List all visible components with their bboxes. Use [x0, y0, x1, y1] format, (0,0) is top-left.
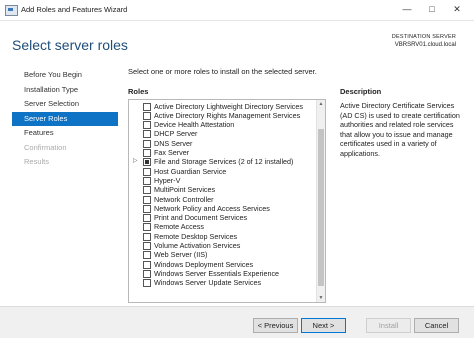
- role-checkbox[interactable]: [143, 158, 151, 167]
- role-label: Active Directory Rights Management Servi…: [154, 110, 301, 120]
- nav-item-results: Results: [24, 157, 50, 166]
- cancel-button[interactable]: Cancel: [414, 318, 459, 333]
- role-label: Remote Desktop Services: [154, 231, 238, 241]
- role-checkbox[interactable]: [143, 214, 151, 223]
- role-list-item[interactable]: Remote Desktop Services: [129, 232, 315, 241]
- role-list-item[interactable]: Hyper-V: [129, 176, 315, 185]
- role-list-item[interactable]: DNS Server: [129, 139, 315, 148]
- role-label: Active Directory Lightweight Directory S…: [154, 101, 303, 111]
- role-list-item[interactable]: Print and Document Services: [129, 213, 315, 223]
- description-text: Active Directory Certificate Services (A…: [340, 101, 460, 158]
- role-label: MultiPoint Services: [154, 185, 216, 195]
- role-checkbox[interactable]: [143, 204, 151, 213]
- role-list-item[interactable]: Volume Activation Services: [129, 241, 315, 250]
- wizard-steps-nav: Before You Begin Installation Type Server …: [12, 68, 118, 170]
- nav-item-features[interactable]: Features: [12, 126, 118, 141]
- wizard-app-icon: [5, 5, 18, 16]
- role-list-item[interactable]: Windows Server Essentials Experience: [129, 269, 315, 278]
- role-list-item[interactable]: Windows Deployment Services: [129, 260, 315, 269]
- role-label: Windows Server Essentials Experience: [154, 268, 280, 278]
- role-checkbox[interactable]: [143, 279, 151, 288]
- role-label: Network Controller: [154, 194, 214, 204]
- description-label: Description: [340, 87, 382, 96]
- chevron-right-icon[interactable]: ▷: [133, 157, 138, 166]
- title-bar: Add Roles and Features Wizard — □ ✕: [0, 0, 474, 21]
- role-checkbox[interactable]: [143, 121, 151, 130]
- role-list-item[interactable]: Windows Server Update Services: [129, 278, 315, 288]
- role-list-item[interactable]: Remote Access: [129, 222, 315, 232]
- role-checkbox[interactable]: [143, 242, 151, 250]
- scrollbar-thumb[interactable]: [318, 129, 324, 286]
- role-label: Hyper-V: [154, 175, 181, 185]
- install-button[interactable]: Install: [366, 318, 411, 333]
- role-label: Host Guardian Service: [154, 166, 227, 176]
- next-button[interactable]: Next >: [301, 318, 346, 333]
- role-label: Network Policy and Access Services: [154, 203, 270, 213]
- nav-item-server-roles[interactable]: Server Roles: [12, 111, 118, 126]
- wizard-header: Select server roles DESTINATION SERVER V…: [0, 21, 474, 63]
- role-checkbox[interactable]: [143, 102, 151, 111]
- instruction-text: Select one or more roles to install on t…: [128, 67, 317, 76]
- role-checkbox[interactable]: [143, 167, 151, 176]
- role-label: Fax Server: [154, 148, 190, 157]
- role-label: Device Health Attestation: [154, 120, 235, 130]
- role-checkbox[interactable]: [143, 130, 151, 139]
- role-checkbox[interactable]: [143, 251, 151, 260]
- wizard-footer: < Previous Next > Install Cancel: [0, 306, 474, 338]
- role-label: Windows Deployment Services: [154, 259, 254, 269]
- minimize-icon[interactable]: —: [398, 3, 416, 16]
- window-title: Add Roles and Features Wizard: [21, 5, 128, 14]
- role-checkbox[interactable]: [143, 195, 151, 204]
- role-list-item[interactable]: ▷ File and Storage Services (2 of 12 inst…: [129, 157, 315, 167]
- role-list-item[interactable]: Network Policy and Access Services: [129, 204, 315, 213]
- role-list-item[interactable]: Host Guardian Service: [129, 167, 315, 176]
- role-list-item[interactable]: Active Directory Rights Management Servi…: [129, 111, 315, 120]
- role-label: DNS Server: [154, 138, 193, 148]
- nav-item-before-you-begin[interactable]: Before You Begin: [12, 68, 118, 83]
- nav-item-installation-type[interactable]: Installation Type: [12, 83, 118, 98]
- role-checkbox[interactable]: [143, 149, 151, 157]
- role-label: DHCP Server: [154, 129, 198, 139]
- triangle-up-icon[interactable]: ▲: [317, 100, 325, 108]
- role-list-item[interactable]: Device Health Attestation: [129, 120, 315, 130]
- maximize-icon[interactable]: □: [423, 3, 441, 16]
- role-checkbox[interactable]: [143, 111, 151, 120]
- triangle-down-icon[interactable]: ▼: [317, 294, 325, 302]
- roles-list[interactable]: ▲ ▼ Active Directory Lightweight Directo…: [128, 99, 326, 303]
- destination-server-value: VBRSRV01.cloud.local: [394, 42, 456, 48]
- role-checkbox[interactable]: [143, 139, 151, 148]
- role-list-item[interactable]: Web Server (IIS): [129, 250, 315, 260]
- destination-server-label: DESTINATION SERVER: [391, 34, 456, 40]
- role-label: Print and Document Services: [154, 213, 248, 223]
- page-title: Select server roles: [12, 37, 128, 53]
- role-label: Volume Activation Services: [154, 241, 241, 250]
- role-list-item[interactable]: Network Controller: [129, 195, 315, 204]
- role-list-item[interactable]: DHCP Server: [129, 129, 315, 139]
- role-checkbox[interactable]: [143, 269, 151, 278]
- close-icon[interactable]: ✕: [448, 3, 466, 16]
- nav-item-server-selection[interactable]: Server Selection: [12, 97, 118, 112]
- role-label: Windows Server Update Services: [154, 278, 262, 288]
- role-label: File and Storage Services (2 of 12 insta…: [154, 157, 294, 167]
- role-checkbox[interactable]: [143, 260, 151, 269]
- previous-button[interactable]: < Previous: [253, 318, 298, 333]
- nav-item-confirmation: Confirmation: [24, 142, 67, 152]
- role-checkbox[interactable]: [143, 186, 151, 195]
- roles-label: Roles: [128, 87, 149, 96]
- role-list-item[interactable]: Active Directory Lightweight Directory S…: [129, 102, 315, 111]
- roles-scrollbar[interactable]: ▲ ▼: [316, 100, 325, 302]
- role-label: Web Server (IIS): [154, 250, 208, 260]
- role-label: Remote Access: [154, 222, 204, 232]
- role-checkbox[interactable]: [143, 176, 151, 185]
- role-checkbox[interactable]: [143, 232, 151, 241]
- role-checkbox[interactable]: [143, 223, 151, 232]
- role-list-item[interactable]: Fax Server: [129, 148, 315, 157]
- role-list-item[interactable]: MultiPoint Services: [129, 185, 315, 195]
- main-panel: Select one or more roles to install on t…: [128, 64, 462, 304]
